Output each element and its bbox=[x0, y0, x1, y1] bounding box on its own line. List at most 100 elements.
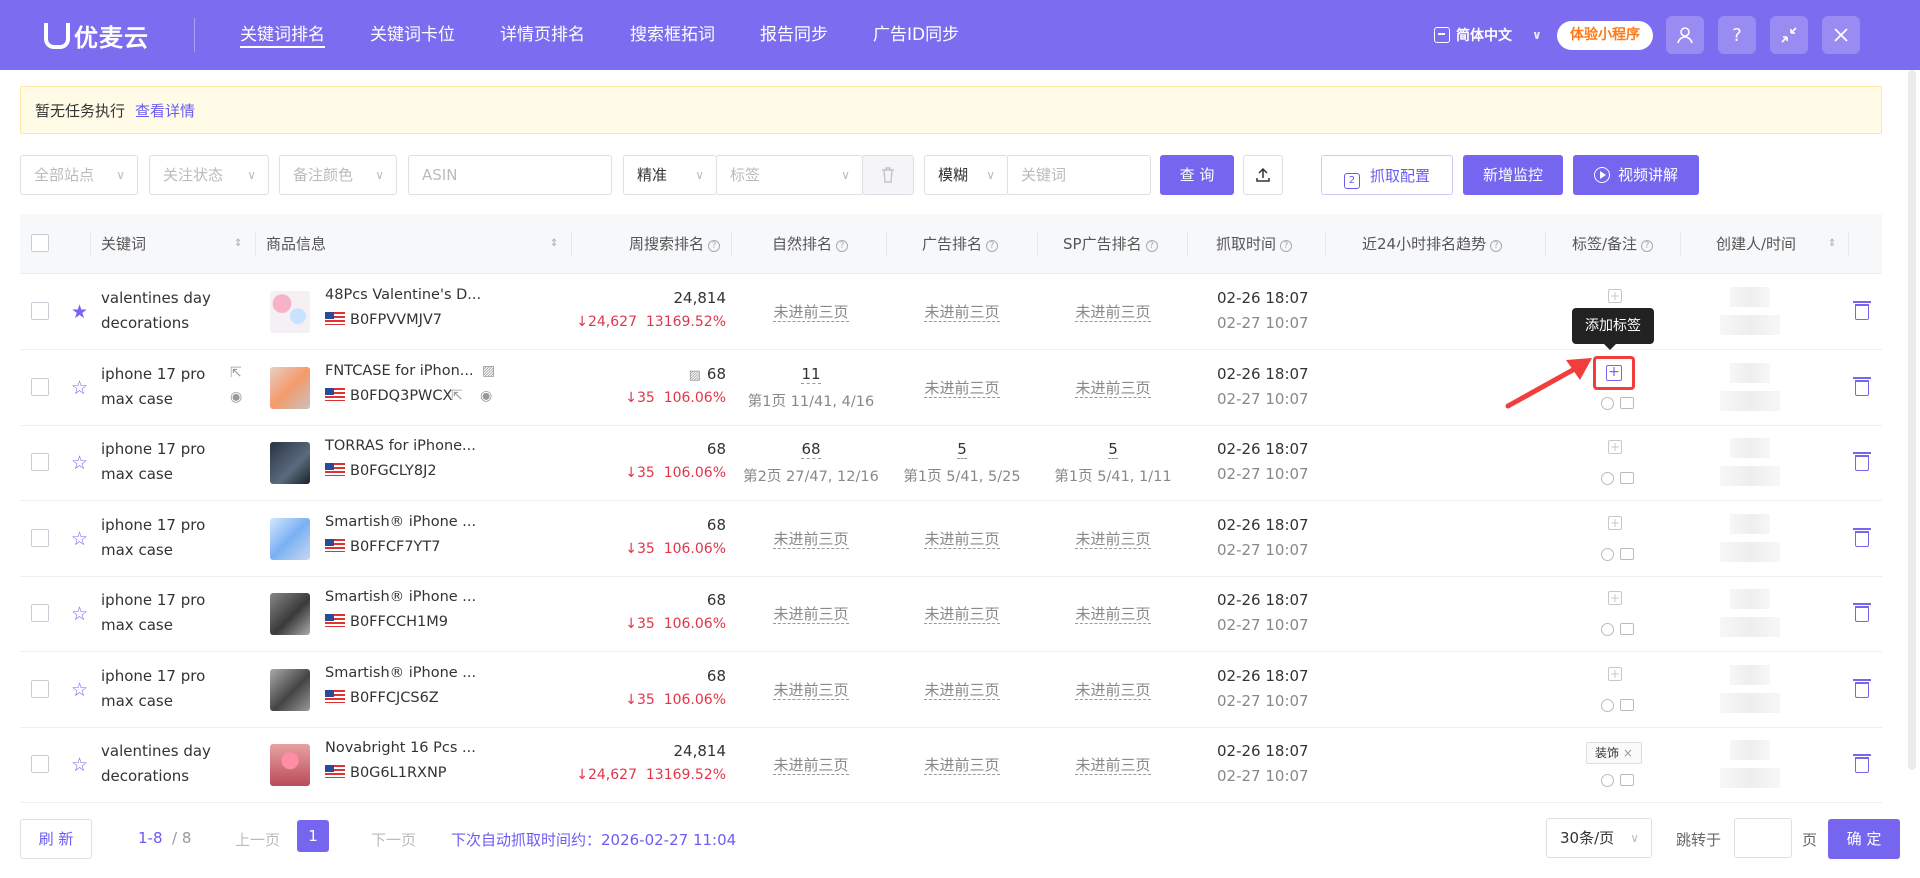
page-1-button[interactable]: 1 bbox=[297, 820, 329, 852]
add-tag-icon[interactable]: + bbox=[1608, 289, 1622, 303]
row-checkbox[interactable] bbox=[31, 604, 49, 622]
row-checkbox[interactable] bbox=[31, 453, 49, 471]
jump-page-input[interactable] bbox=[1734, 818, 1792, 858]
nav-keyword-slot[interactable]: 关键词卡位 bbox=[370, 0, 455, 70]
sort-icon[interactable]: ⇕ bbox=[234, 214, 242, 274]
table-row[interactable]: ☆ iphone 17 pro max case Smartish® iPhone .… bbox=[20, 653, 1882, 728]
favorite-star-icon[interactable]: ☆ bbox=[71, 378, 88, 398]
tag-select[interactable]: 标签 ∨ bbox=[716, 155, 863, 195]
add-tag-icon[interactable]: + bbox=[1608, 666, 1622, 681]
col-product[interactable]: 商品信息 bbox=[266, 214, 326, 274]
keyword-input[interactable]: 关键词 bbox=[1007, 155, 1151, 195]
refresh-button[interactable]: 刷 新 bbox=[20, 819, 92, 859]
product-thumbnail[interactable] bbox=[270, 291, 310, 333]
table-row[interactable]: ☆ iphone 17 pro max case TORRAS for iPhone.… bbox=[20, 426, 1882, 501]
language-selector[interactable]: 简体中文 ∨ bbox=[1434, 25, 1542, 45]
favorite-star-icon[interactable]: ☆ bbox=[71, 529, 88, 549]
help-icon[interactable]: ? bbox=[1280, 240, 1293, 252]
product-asin[interactable]: B0FGCLY8J2 bbox=[325, 463, 437, 479]
vertical-scrollbar[interactable] bbox=[1908, 70, 1916, 770]
nav-detail-ranking[interactable]: 详情页排名 bbox=[500, 0, 585, 70]
favorite-star-icon[interactable]: ★ bbox=[71, 302, 88, 322]
asin-input[interactable]: ASIN bbox=[408, 155, 612, 195]
table-row[interactable]: ☆ iphone 17 pro max case Smartish® iPhone .… bbox=[20, 502, 1882, 577]
help-icon[interactable]: ? bbox=[1490, 240, 1503, 252]
select-all-checkbox[interactable] bbox=[31, 234, 49, 252]
color-dot-icon[interactable] bbox=[1601, 774, 1614, 787]
export-button[interactable] bbox=[1243, 155, 1283, 195]
tag-chip[interactable]: 装饰 × bbox=[1586, 742, 1642, 764]
chart-icon[interactable]: ▨ bbox=[689, 368, 701, 383]
color-dot-icon[interactable] bbox=[1601, 396, 1614, 410]
color-dot-icon[interactable] bbox=[1601, 623, 1614, 636]
col-creator-time[interactable]: 创建人/时间 bbox=[1716, 214, 1796, 274]
chart-icon[interactable]: ▨ bbox=[482, 363, 495, 379]
eye-icon[interactable]: ◉ bbox=[230, 389, 242, 405]
nav-search-expand[interactable]: 搜索框拓词 bbox=[630, 0, 715, 70]
favorite-star-icon[interactable]: ☆ bbox=[71, 604, 88, 624]
product-asin[interactable]: B0FFCF7YT7 bbox=[325, 538, 440, 555]
help-icon[interactable]: ? bbox=[708, 240, 721, 252]
delete-icon[interactable] bbox=[1853, 376, 1871, 396]
product-thumbnail[interactable] bbox=[270, 668, 310, 711]
col-weekly-rank[interactable]: 周搜索排名? bbox=[629, 214, 721, 274]
delete-icon[interactable] bbox=[1853, 527, 1871, 547]
delete-icon[interactable] bbox=[1853, 603, 1871, 622]
note-icon[interactable] bbox=[1620, 396, 1634, 409]
product-thumbnail[interactable] bbox=[270, 593, 310, 635]
help-icon[interactable]: ? bbox=[986, 240, 999, 252]
note-icon[interactable] bbox=[1620, 623, 1634, 635]
prev-page-button[interactable]: 上一页 bbox=[235, 829, 280, 850]
next-page-button[interactable]: 下一页 bbox=[371, 829, 416, 850]
product-asin[interactable]: B0FDQ3PWCX bbox=[325, 387, 452, 404]
table-row[interactable]: ☆ valentines day decorations Novabright 16 … bbox=[20, 728, 1882, 803]
product-asin[interactable]: B0FFCCH1M9 bbox=[325, 614, 448, 630]
col-keyword[interactable]: 关键词 bbox=[101, 214, 146, 274]
delete-icon[interactable] bbox=[1853, 452, 1871, 471]
page-size-select[interactable]: 30条/页 ∨ bbox=[1546, 818, 1652, 858]
note-icon[interactable] bbox=[1620, 472, 1634, 484]
product-asin[interactable]: B0FPVVMJV7 bbox=[325, 312, 442, 328]
help-icon[interactable]: ? bbox=[1718, 16, 1756, 54]
product-title[interactable]: 48Pcs Valentine's D... bbox=[325, 287, 481, 303]
add-tag-icon[interactable]: + bbox=[1608, 591, 1622, 605]
product-title[interactable]: Smartish® iPhone ... bbox=[325, 589, 476, 605]
col-natural-rank[interactable]: 自然排名? bbox=[772, 214, 849, 274]
fetch-config-button[interactable]: 2 抓取配置 bbox=[1321, 155, 1453, 195]
sort-icon[interactable]: ⇕ bbox=[550, 214, 558, 274]
tag-match-select[interactable]: 精准 ∨ bbox=[623, 155, 717, 195]
eye-icon[interactable]: ◉ bbox=[480, 388, 492, 404]
note-icon[interactable] bbox=[1620, 698, 1634, 711]
product-asin[interactable]: B0FFCJCS6Z bbox=[325, 689, 439, 706]
query-button[interactable]: 查 询 bbox=[1160, 155, 1234, 195]
nav-keyword-ranking[interactable]: 关键词排名 bbox=[240, 0, 325, 70]
row-checkbox[interactable] bbox=[31, 377, 49, 396]
favorite-star-icon[interactable]: ☆ bbox=[71, 755, 88, 775]
product-thumbnail[interactable] bbox=[270, 442, 310, 484]
add-tag-icon[interactable]: + bbox=[1608, 515, 1622, 530]
row-checkbox[interactable] bbox=[31, 679, 49, 698]
add-monitor-button[interactable]: 新增监控 bbox=[1463, 155, 1563, 195]
note-icon[interactable] bbox=[1620, 774, 1634, 786]
clear-tag-button[interactable] bbox=[862, 155, 914, 195]
follow-status-select[interactable]: 关注状态 ∨ bbox=[149, 155, 269, 195]
favorite-star-icon[interactable]: ☆ bbox=[71, 680, 88, 700]
product-title[interactable]: Novabright 16 Pcs ... bbox=[325, 740, 476, 756]
close-icon[interactable]: × bbox=[1623, 746, 1633, 760]
product-title[interactable]: Smartish® iPhone ... bbox=[325, 514, 476, 530]
delete-icon[interactable] bbox=[1853, 754, 1871, 773]
col-24h-trend[interactable]: 近24小时排名趋势? bbox=[1362, 214, 1503, 274]
product-title[interactable]: TORRAS for iPhone... bbox=[325, 438, 476, 454]
col-tag-note[interactable]: 标签/备注? bbox=[1572, 214, 1654, 274]
delete-icon[interactable] bbox=[1853, 678, 1871, 698]
help-icon[interactable]: ? bbox=[1641, 240, 1654, 252]
product-title[interactable]: FNTCASE for iPhon... bbox=[325, 363, 474, 379]
notice-detail-link[interactable]: 查看详情 bbox=[135, 100, 195, 121]
col-fetch-time[interactable]: 抓取时间? bbox=[1216, 214, 1293, 274]
miniapp-button[interactable]: 体验小程序 bbox=[1557, 21, 1653, 50]
product-title[interactable]: Smartish® iPhone ... bbox=[325, 665, 476, 681]
row-checkbox[interactable] bbox=[31, 528, 49, 547]
delete-icon[interactable] bbox=[1853, 301, 1871, 320]
color-dot-icon[interactable] bbox=[1601, 547, 1614, 561]
add-tag-button-highlight[interactable]: + bbox=[1593, 356, 1635, 390]
